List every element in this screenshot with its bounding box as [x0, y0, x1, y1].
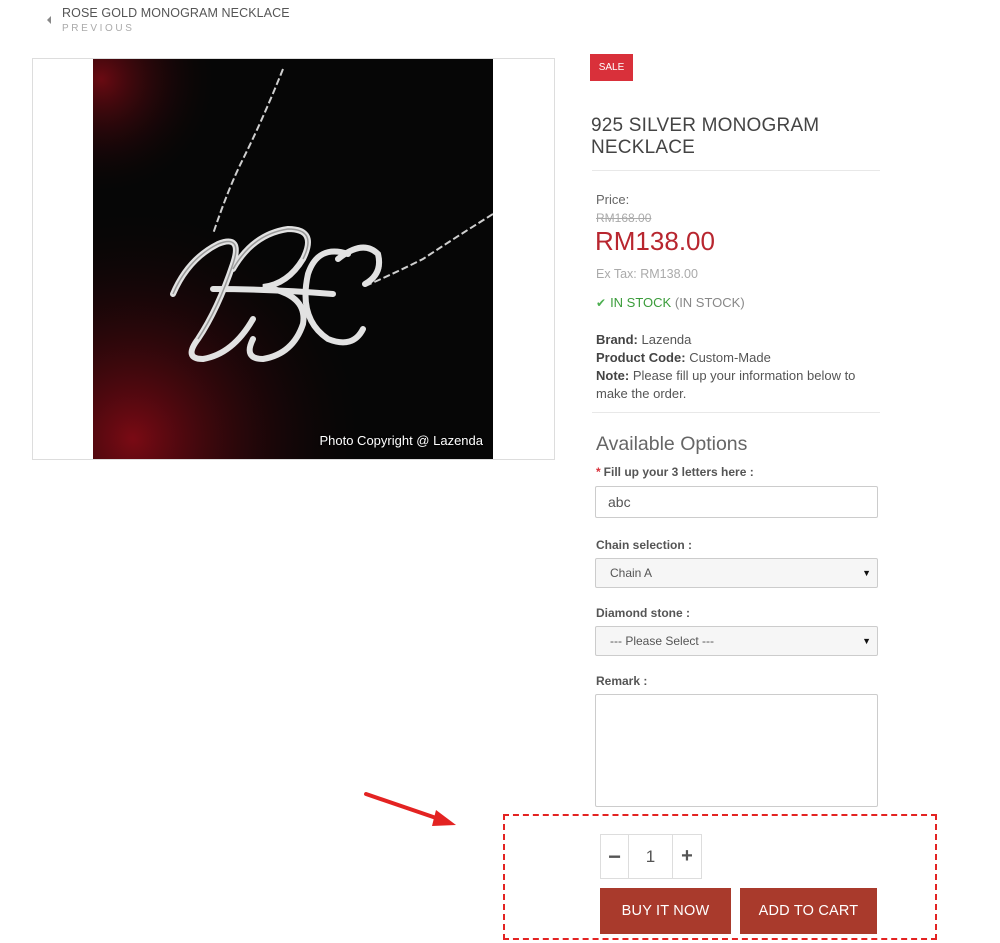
- stock-label: IN STOCK: [610, 295, 672, 310]
- chain-select[interactable]: Chain A ▼: [595, 558, 878, 588]
- brand-value: Lazenda: [641, 332, 692, 347]
- stock-status: ✔ IN STOCK (IN STOCK): [596, 295, 745, 310]
- note-row: Note: Please fill up your information be…: [596, 367, 881, 403]
- diamond-label: Diamond stone :: [596, 606, 691, 620]
- product-image-frame[interactable]: Photo Copyright @ Lazenda: [32, 58, 555, 460]
- price-label: Price:: [596, 192, 630, 207]
- product-code-label: Product Code:: [596, 350, 686, 365]
- note-value: Please fill up your information below to…: [596, 368, 856, 401]
- letters-input[interactable]: abc: [595, 486, 878, 518]
- chevron-down-icon: ▼: [862, 636, 871, 646]
- old-price: RM168.00: [596, 211, 652, 225]
- remark-label: Remark :: [596, 674, 648, 688]
- photo-copyright: Photo Copyright @ Lazenda: [319, 433, 483, 448]
- chevron-down-icon: ▼: [862, 568, 871, 578]
- product-code-value: Custom-Made: [689, 350, 771, 365]
- product-title: 925 SILVER MONOGRAM NECKLACE: [591, 115, 820, 158]
- product-image[interactable]: Photo Copyright @ Lazenda: [93, 59, 493, 459]
- check-icon: ✔: [596, 296, 607, 310]
- remark-textarea[interactable]: [595, 694, 878, 807]
- stock-note: (IN STOCK): [674, 295, 745, 310]
- brand-label: Brand:: [596, 332, 638, 347]
- diamond-select[interactable]: --- Please Select --- ▼: [595, 626, 878, 656]
- divider: [592, 170, 880, 171]
- necklace-photo: [93, 59, 493, 459]
- chain-label: Chain selection :: [596, 538, 693, 552]
- product-code-row: Product Code: Custom-Made: [596, 349, 881, 367]
- previous-product-title[interactable]: ROSE GOLD MONOGRAM NECKLACE: [62, 6, 290, 20]
- annotation-highlight-box: [503, 814, 937, 940]
- diamond-select-value: --- Please Select ---: [610, 634, 715, 648]
- ex-tax-price: Ex Tax: RM138.00: [596, 267, 698, 281]
- brand-row: Brand: Lazenda: [596, 331, 881, 349]
- divider: [592, 412, 880, 413]
- previous-label[interactable]: PREVIOUS: [62, 23, 134, 34]
- annotation-arrow-icon: [364, 792, 456, 826]
- required-mark: *: [596, 465, 601, 479]
- note-label: Note:: [596, 368, 630, 383]
- sale-badge: SALE: [590, 54, 633, 81]
- chain-select-value: Chain A: [610, 566, 653, 580]
- letters-label: * Fill up your 3 letters here :: [596, 465, 754, 479]
- sale-price: RM138.00: [595, 226, 715, 256]
- options-heading: Available Options: [596, 433, 748, 455]
- caret-left-icon: [47, 16, 51, 24]
- letters-label-text: Fill up your 3 letters here :: [603, 465, 754, 479]
